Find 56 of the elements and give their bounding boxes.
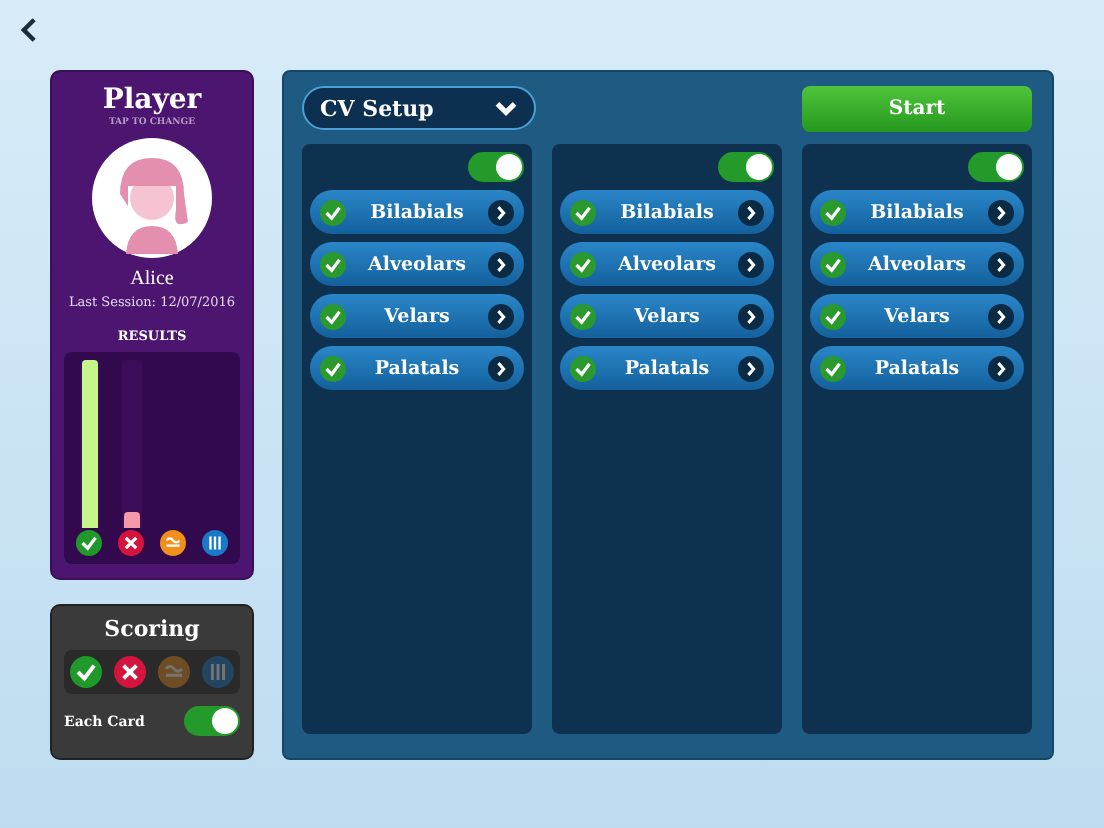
chevron-right-icon[interactable]: [738, 199, 764, 225]
cross-icon[interactable]: [114, 656, 146, 688]
bars-icon[interactable]: [202, 656, 234, 688]
check-icon[interactable]: [320, 251, 346, 277]
each-card-toggle[interactable]: [184, 706, 240, 736]
chevron-right-icon[interactable]: [988, 303, 1014, 329]
player-name: Alice: [130, 268, 174, 290]
approx-icon[interactable]: [158, 656, 190, 688]
check-icon[interactable]: [820, 303, 846, 329]
category-item[interactable]: Palatals: [310, 346, 524, 390]
category-item[interactable]: Velars: [560, 294, 774, 338]
start-button[interactable]: Start: [802, 85, 1032, 131]
category-item[interactable]: Alveolars: [560, 242, 774, 286]
chevron-right-icon[interactable]: [488, 355, 514, 381]
category-item[interactable]: Alveolars: [810, 242, 1024, 286]
check-icon[interactable]: [820, 199, 846, 225]
check-icon[interactable]: [320, 199, 346, 225]
chevron-right-icon[interactable]: [488, 199, 514, 225]
scoring-title: Scoring: [104, 616, 200, 642]
chevron-right-icon[interactable]: [738, 303, 764, 329]
check-icon: [76, 530, 102, 556]
category-item[interactable]: Velars: [810, 294, 1024, 338]
check-icon[interactable]: [570, 199, 596, 225]
chevron-right-icon[interactable]: [738, 251, 764, 277]
category-item[interactable]: Bilabials: [810, 190, 1024, 234]
check-icon[interactable]: [570, 355, 596, 381]
chevron-right-icon[interactable]: [988, 251, 1014, 277]
check-icon[interactable]: [570, 251, 596, 277]
approx-icon: [160, 530, 186, 556]
column-toggle[interactable]: [968, 152, 1024, 182]
check-icon[interactable]: [820, 251, 846, 277]
chevron-right-icon[interactable]: [988, 355, 1014, 381]
cross-icon: [118, 530, 144, 556]
setup-dropdown[interactable]: CV Setup: [302, 86, 536, 130]
chevron-right-icon[interactable]: [738, 355, 764, 381]
chevron-down-icon: [494, 99, 518, 117]
category-item[interactable]: Palatals: [560, 346, 774, 390]
bars-icon: [202, 530, 228, 556]
check-icon[interactable]: [320, 303, 346, 329]
check-icon[interactable]: [570, 303, 596, 329]
avatar-icon: [92, 138, 212, 258]
check-icon[interactable]: [320, 355, 346, 381]
category-item[interactable]: Bilabials: [560, 190, 774, 234]
chevron-right-icon[interactable]: [488, 303, 514, 329]
column-toggle[interactable]: [718, 152, 774, 182]
category-item[interactable]: Bilabials: [310, 190, 524, 234]
player-title: Player: [102, 84, 202, 116]
category-item[interactable]: Alveolars: [310, 242, 524, 286]
chevron-right-icon[interactable]: [488, 251, 514, 277]
check-icon[interactable]: [820, 355, 846, 381]
check-icon[interactable]: [70, 656, 102, 688]
chevron-right-icon[interactable]: [988, 199, 1014, 225]
column-toggle[interactable]: [468, 152, 524, 182]
category-item[interactable]: Palatals: [810, 346, 1024, 390]
category-item[interactable]: Velars: [310, 294, 524, 338]
back-icon[interactable]: [20, 18, 38, 42]
